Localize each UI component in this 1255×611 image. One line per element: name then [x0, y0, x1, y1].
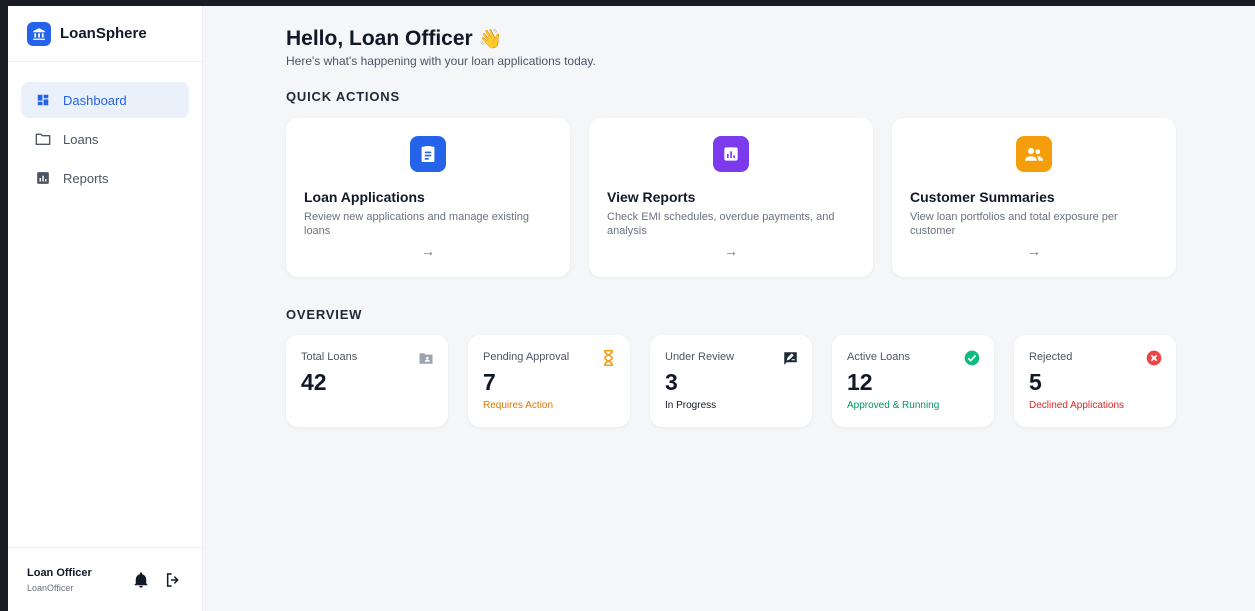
page-title: Hello, Loan Officer 👋 [286, 27, 1255, 51]
brand[interactable]: LoanSphere [8, 6, 202, 62]
stat-label: Rejected [1029, 351, 1073, 363]
clipboard-icon [410, 136, 446, 172]
stat-value: 5 [1029, 369, 1042, 395]
stat-subtext: Requires Action [483, 400, 554, 411]
bar-chart-icon [713, 136, 749, 172]
check-circle-icon [964, 350, 980, 366]
wave-emoji: 👋 [478, 29, 503, 50]
arrow-right-icon[interactable]: → [892, 243, 1176, 259]
sidebar-nav: Dashboard Loans Reports [8, 62, 202, 547]
card-description: Check EMI schedules, overdue payments, a… [607, 211, 835, 237]
sidebar-item-loans[interactable]: Loans [21, 121, 189, 157]
card-title: Loan Applications [304, 189, 425, 205]
sidebar-item-reports[interactable]: Reports [21, 160, 189, 196]
dashboard-icon [35, 92, 51, 108]
brand-name: LoanSphere [60, 25, 147, 42]
sidebar-item-dashboard[interactable]: Dashboard [21, 82, 189, 118]
stat-active-loans[interactable]: Active Loans 12 Approved & Running [832, 335, 994, 427]
card-description: View loan portfolios and total exposure … [910, 211, 1118, 237]
sidebar-item-label: Loans [63, 131, 99, 147]
stat-rejected[interactable]: Rejected 5 Declined Applications [1014, 335, 1176, 427]
card-description: Review new applications and manage exist… [304, 211, 530, 237]
stat-value: 3 [665, 369, 678, 395]
card-title: View Reports [607, 189, 696, 205]
card-title: Customer Summaries [910, 189, 1055, 205]
stat-label: Total Loans [301, 351, 358, 363]
stat-label: Active Loans [847, 351, 910, 363]
logout-icon[interactable] [163, 570, 183, 590]
rate-review-icon [782, 350, 798, 366]
sidebar-item-label: Reports [63, 170, 109, 186]
stat-subtext: In Progress [665, 400, 717, 411]
stat-pending-approval[interactable]: Pending Approval 7 Requires Action [468, 335, 630, 427]
user-info: Loan Officer LoanOfficer [27, 567, 119, 593]
loan-applications-card[interactable]: Loan Applications Review new application… [286, 118, 570, 277]
folder-user-icon [418, 350, 434, 366]
arrow-right-icon[interactable]: → [286, 243, 570, 259]
stat-under-review[interactable]: Under Review 3 In Progress [650, 335, 812, 427]
hourglass-icon [600, 350, 616, 366]
view-reports-card[interactable]: View Reports Check EMI schedules, overdu… [589, 118, 873, 277]
chart-icon [35, 170, 51, 186]
greeting-text: Hello, Loan Officer [286, 27, 473, 50]
customer-summaries-card[interactable]: Customer Summaries View loan portfolios … [892, 118, 1176, 277]
user-name: Loan Officer [27, 566, 92, 579]
user-role: LoanOfficer [27, 582, 74, 593]
quick-actions-title: QUICK ACTIONS [286, 89, 400, 104]
overview-title: OVERVIEW [286, 307, 363, 322]
folder-icon [35, 131, 51, 147]
sidebar-footer: Loan Officer LoanOfficer [8, 547, 202, 611]
stat-value: 12 [847, 369, 873, 395]
quick-actions: Loan Applications Review new application… [286, 118, 1255, 277]
stat-subtext: Declined Applications [1029, 400, 1125, 411]
stat-label: Under Review [665, 351, 735, 363]
stat-subtext: Approved & Running [847, 400, 940, 411]
stat-total-loans[interactable]: Total Loans 42 [286, 335, 448, 427]
bank-icon [27, 21, 51, 46]
main-content: Hello, Loan Officer 👋 Here's what's happ… [203, 6, 1255, 611]
stat-value: 7 [483, 369, 496, 395]
overview-stats: Total Loans 42 Pending Approval 7 Requir… [286, 335, 1255, 427]
sidebar: LoanSphere Dashboard Loans Reports Loan … [8, 6, 203, 611]
stat-label: Pending Approval [483, 351, 570, 363]
people-icon [1016, 136, 1052, 172]
stat-value: 42 [301, 369, 327, 395]
bell-icon[interactable] [131, 570, 151, 590]
sidebar-item-label: Dashboard [63, 92, 127, 108]
arrow-right-icon[interactable]: → [589, 243, 873, 259]
app-window: LoanSphere Dashboard Loans Reports Loan … [8, 6, 1255, 611]
x-circle-icon [1146, 350, 1162, 366]
page-subtitle: Here's what's happening with your loan a… [286, 54, 596, 68]
